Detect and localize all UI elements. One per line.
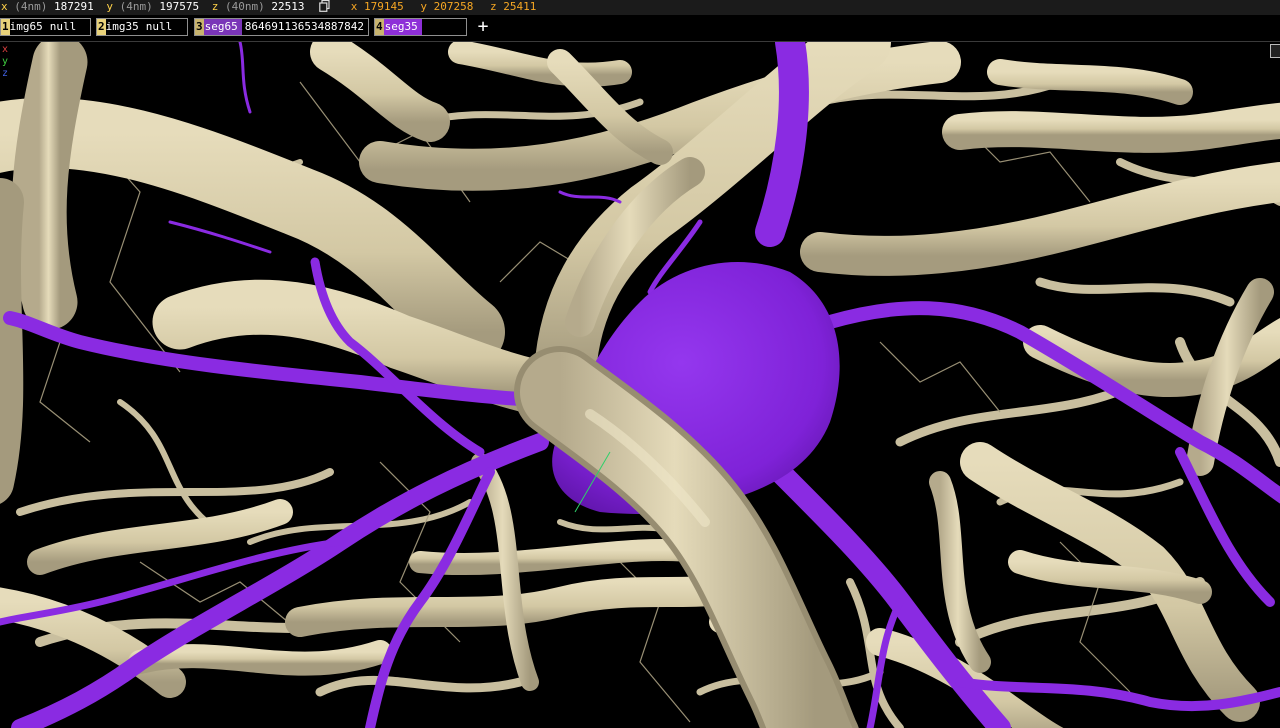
coordinate-bar: x (4nm) 187291 y (4nm) 197575 z (40nm) 2…: [0, 0, 1280, 15]
side-panel-toggle[interactable]: [1270, 44, 1280, 58]
mouse-x: x 179145: [350, 0, 404, 13]
position-y[interactable]: y (4nm) 197575: [100, 0, 199, 14]
3d-viewport[interactable]: x y z: [0, 42, 1280, 728]
layer-tab-seg35[interactable]: 4 seg35: [374, 18, 467, 36]
layer-tab-img35[interactable]: 2img35 null: [96, 18, 188, 36]
layer-tab-img65[interactable]: 1img65 null: [0, 18, 91, 36]
position-z[interactable]: z (40nm) 22513: [206, 0, 305, 14]
add-layer-button[interactable]: +: [474, 17, 492, 37]
layer-tab-seg65[interactable]: 3 seg65 864691136534887842: [194, 18, 369, 36]
mesh-render: [0, 42, 1280, 728]
layer-panel: 1img65 null 2img35 null 3 seg65 864691136534…: [0, 15, 1280, 42]
copy-icon[interactable]: [319, 0, 330, 16]
position-x[interactable]: x (4nm) 187291: [0, 0, 94, 14]
mouse-z: z 25411: [490, 0, 537, 13]
axis-indicator: x y z: [2, 44, 9, 79]
mouse-y: y 207258: [420, 0, 474, 13]
